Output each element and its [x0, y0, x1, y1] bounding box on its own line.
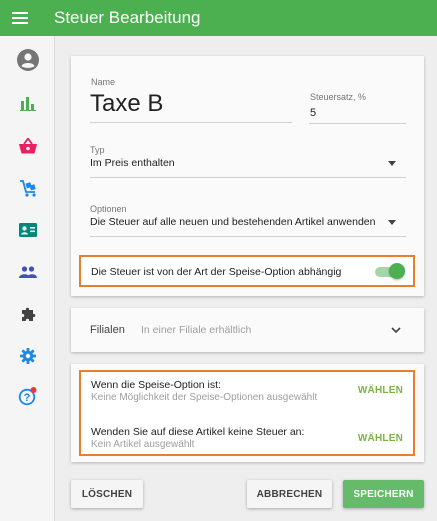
type-label: Typ: [90, 145, 105, 155]
speise-option-value: Keine Möglichkeit der Speise-Optionen au…: [91, 392, 318, 403]
filialen-value: In einer Filiale erhältlich: [141, 324, 252, 336]
help-icon: ?: [18, 387, 36, 406]
exempt-items-title: Wenden Sie auf diese Artikel keine Steue…: [91, 426, 305, 438]
type-select[interactable]: Im Preis enthalten: [90, 157, 175, 169]
menu-button[interactable]: [0, 0, 40, 36]
sidebar-item-help[interactable]: ?: [0, 376, 55, 416]
toggle-label: Die Steuer ist von der Art der Speise-Op…: [91, 266, 342, 278]
name-field[interactable]: Taxe B: [90, 90, 163, 118]
options-dropdown-icon[interactable]: [388, 220, 396, 225]
svg-text:?: ?: [23, 392, 30, 404]
filialen-row[interactable]: Filialen In einer Filiale erhältlich: [71, 308, 424, 352]
speise-option-title: Wenn die Speise-Option ist:: [91, 379, 221, 391]
bar-chart-icon: [19, 97, 36, 111]
options-label: Optionen: [90, 204, 127, 214]
toggle-switch-thumb[interactable]: [389, 263, 405, 279]
save-button[interactable]: SPEICHERN: [343, 480, 424, 508]
exempt-items-value: Kein Artikel ausgewählt: [91, 439, 195, 450]
cancel-button[interactable]: ABBRECHEN: [247, 480, 332, 508]
app-bar: Steuer Bearbeitung: [0, 0, 437, 36]
sidebar-item-staff[interactable]: [0, 252, 55, 292]
name-underline: [90, 122, 292, 123]
choose-speise-option-button[interactable]: WÄHLEN: [358, 385, 403, 396]
contact-card-icon: [18, 223, 37, 237]
speise-options-box: Wenn die Speise-Option ist: Keine Möglic…: [79, 370, 415, 456]
speise-option-toggle-row: Die Steuer ist von der Art der Speise-Op…: [79, 255, 415, 287]
account-icon: [16, 49, 39, 71]
type-dropdown-icon[interactable]: [388, 161, 396, 166]
sidebar: ?: [0, 36, 55, 521]
sidebar-item-customers[interactable]: [0, 210, 55, 250]
options-underline: [90, 236, 406, 237]
name-label: Name: [91, 77, 116, 87]
basket-icon: [18, 138, 37, 154]
chevron-down-icon[interactable]: [391, 327, 401, 334]
app-title: Steuer Bearbeitung: [54, 8, 201, 27]
menu-icon: [12, 12, 28, 24]
rate-label: Steuersatz, %: [310, 92, 367, 102]
sidebar-item-shop[interactable]: [0, 126, 55, 166]
choose-items-button[interactable]: WÄHLEN: [358, 433, 403, 444]
rate-field[interactable]: 5: [310, 107, 316, 119]
settings-icon: [19, 348, 36, 364]
sidebar-item-account[interactable]: [0, 40, 55, 80]
rate-underline: [309, 123, 406, 124]
sidebar-item-orders[interactable]: [0, 168, 55, 208]
sidebar-item-addons[interactable]: [0, 294, 55, 334]
cart-icon: [19, 179, 36, 197]
sidebar-item-settings[interactable]: [0, 336, 55, 376]
delete-button[interactable]: LÖSCHEN: [71, 480, 143, 508]
people-icon: [18, 266, 37, 278]
filialen-label: Filialen: [90, 324, 125, 336]
puzzle-icon: [21, 307, 35, 321]
options-select[interactable]: Die Steuer auf alle neuen und bestehende…: [90, 216, 375, 228]
sidebar-item-reports[interactable]: [0, 84, 55, 124]
type-underline: [90, 177, 406, 178]
